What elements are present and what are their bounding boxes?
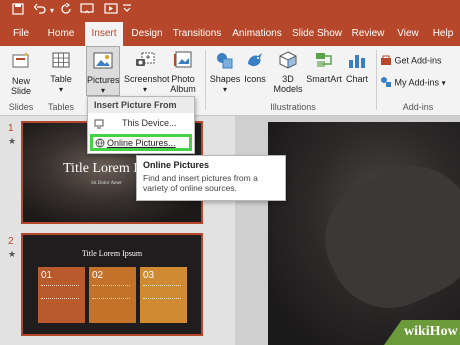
undo-dropdown-icon[interactable]: ▾ [50,3,54,19]
content-box: 03 [140,267,187,323]
globe-icon [95,138,105,150]
save-icon[interactable] [12,3,24,19]
box-text-lines [92,285,130,299]
table-button[interactable]: Table ▾ [48,46,74,95]
screenshot-icon [124,50,166,72]
ribbon: New Slide Table ▾ Pictures ▾ Screenshot ▾ P… [0,46,460,116]
smartart-label: SmartArt [306,74,342,84]
slide2-title: Title Lorem Ipsum [81,249,143,258]
tab-view[interactable]: View [394,22,422,46]
box-text-lines [143,285,181,299]
slide1-subtitle: Sit Dolor Amet [91,181,122,186]
redo-icon[interactable] [60,2,72,19]
dropdown-header: Insert Picture From [88,97,194,113]
3d-models-label: 3D Models [273,74,303,94]
new-slide-label: New Slide [10,76,31,96]
icons-button[interactable]: Icons [242,46,268,84]
transition-star-icon: ★ [8,249,17,259]
3d-models-button[interactable]: 3D Models [272,46,304,94]
screenshot-button[interactable]: Screenshot ▾ [124,46,170,95]
icons-label: Icons [244,74,266,84]
my-addins-dropdown-icon: ▾ [441,78,446,88]
cube-icon [272,50,304,72]
tab-help[interactable]: Help [428,22,458,46]
this-device-item[interactable]: This Device... [92,117,192,131]
table-icon [48,50,74,72]
smartart-icon [306,50,342,72]
tab-file[interactable]: File [6,22,36,46]
photo-album-button[interactable]: Photo Album [168,46,198,94]
icons-icon [242,50,268,72]
screenshot-label: Screenshot [124,74,170,84]
chart-icon [344,50,370,72]
tooltip-description: Find and insert pictures from a variety … [143,173,258,193]
my-addins-button[interactable]: My Add-ins ▾ [380,76,458,90]
online-pictures-label: Online Pictures... [107,138,176,148]
tab-animations[interactable]: Animations [230,22,284,46]
smartart-button[interactable]: SmartArt [306,46,342,84]
tooltip-title: Online Pictures [143,160,210,170]
insert-picture-dropdown: Insert Picture From This Device... Onlin… [87,96,195,154]
ribbon-separator [205,50,206,110]
ribbon-tabs: File Home Insert Design Transitions Anim… [0,22,460,46]
pictures-label: Pictures [87,75,120,85]
online-pictures-item[interactable]: Online Pictures... [90,134,192,151]
present-icon[interactable] [80,3,94,19]
my-addins-label: My Add-ins [394,77,440,88]
content-box: 02 [89,267,136,323]
slide-number-2: 2 [8,236,14,247]
shapes-label: Shapes [209,74,241,84]
slide-number-1: 1 [8,123,14,134]
tab-transitions[interactable]: Transitions [170,22,224,46]
online-pictures-tooltip: Online Pictures Find and insert pictures… [136,155,286,201]
slide1-title: Title Lorem I [63,161,138,176]
tab-slide-show[interactable]: Slide Show [290,22,344,46]
new-slide-button[interactable]: New Slide [6,46,36,96]
pictures-icon [87,51,119,73]
content-box: 01 [38,267,85,323]
slide-thumbnail-2[interactable]: Title Lorem Ipsum 01 02 03 [21,233,203,336]
photo-album-label: Photo Album [170,74,196,94]
addins-icon [380,76,392,90]
customize-quick-access-icon[interactable] [122,3,132,19]
pictures-button[interactable]: Pictures ▾ [86,46,120,96]
watermark-text: wikiHow [404,324,458,339]
tab-design[interactable]: Design [127,22,167,46]
tab-home[interactable]: Home [42,22,80,46]
group-label-addins: Add-ins [402,102,434,112]
title-bar: ▾ [0,0,460,22]
chart-label: Chart [345,74,368,84]
table-label: Table [50,74,72,84]
this-device-label: This Device... [122,118,177,128]
shapes-button[interactable]: Shapes ▾ [209,46,241,95]
get-addins-button[interactable]: Get Add-ins [380,54,458,68]
tab-review[interactable]: Review [350,22,386,46]
undo-icon[interactable] [33,3,46,19]
new-slide-icon [6,50,36,74]
box-number: 02 [92,270,104,281]
group-label-illustrations: Illustrations [270,102,316,112]
transition-star-icon: ★ [8,136,17,146]
box-number: 01 [41,270,53,281]
chart-button[interactable]: Chart [344,46,370,84]
box-number: 03 [143,270,155,281]
group-label-slides: Slides [8,102,34,112]
tab-insert[interactable]: Insert [85,22,123,46]
group-label-tables: Tables [47,102,74,112]
start-from-beginning-icon[interactable] [104,3,118,19]
photo-album-icon [168,50,198,72]
store-icon [380,54,392,68]
box-text-lines [41,285,79,299]
shapes-icon [209,50,241,72]
get-addins-label: Get Add-ins [394,55,442,66]
device-icon [94,119,104,131]
current-slide[interactable] [268,122,460,345]
ribbon-separator [376,50,377,110]
